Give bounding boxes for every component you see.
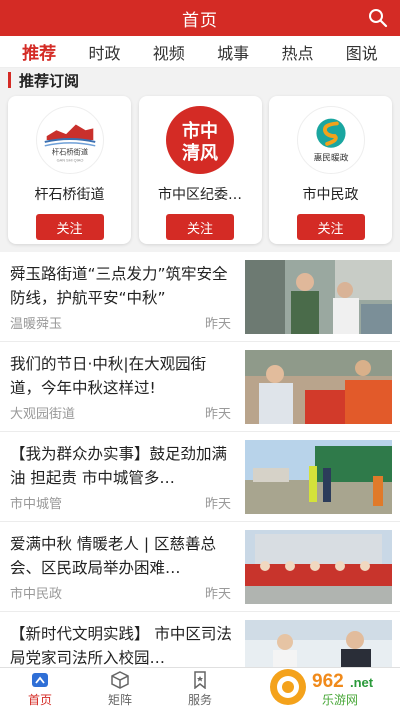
category-tabs: 推荐 时政 视频 城事 热点 图说 xyxy=(0,36,400,71)
news-item[interactable]: 爱满中秋 情暖老人 | 区慈善总会、区民政局举办困难… 市中民政 昨天 xyxy=(0,522,400,612)
news-thumbnail xyxy=(245,350,392,424)
home-icon xyxy=(32,673,48,687)
news-title: 【新时代文明实践】 市中区司法局党家司法所入校园… xyxy=(10,625,232,667)
tab-pictures[interactable]: 图说 xyxy=(342,38,382,66)
news-thumbnail xyxy=(245,530,392,604)
tab-hot[interactable]: 热点 xyxy=(277,38,317,66)
news-title: 爱满中秋 情暖老人 | 区慈善总会、区民政局举办困难… xyxy=(10,535,217,577)
svg-text:乐游网: 乐游网 xyxy=(322,693,358,707)
subscription-card[interactable]: 市中 清风 市中区纪委… 关注 xyxy=(138,96,262,244)
tab-video[interactable]: 视频 xyxy=(149,38,189,66)
svg-text:市中: 市中 xyxy=(182,120,218,141)
bookmark-icon xyxy=(194,671,206,689)
page-title: 首页 xyxy=(182,10,218,31)
svg-text:.net: .net xyxy=(350,675,374,690)
news-time: 昨天 xyxy=(205,587,232,602)
svg-text:962: 962 xyxy=(312,671,344,692)
nav-label: 服务 xyxy=(187,693,212,707)
subscription-name: 市中区纪委… xyxy=(158,187,242,203)
svg-text:杆石桥街道: 杆石桥街道 xyxy=(51,148,87,157)
nav-matrix[interactable]: 矩阵 xyxy=(80,668,160,711)
subscription-card[interactable]: 惠民暖政 市中民政 关注 xyxy=(269,96,392,244)
top-bar: 首页 xyxy=(0,0,400,36)
follow-button[interactable]: 关注 xyxy=(166,214,234,240)
news-time: 昨天 xyxy=(205,497,232,512)
subscription-name: 杆石桥街道 xyxy=(34,187,105,203)
news-title: 【我为群众办实事】鼓足劲加满油 担起责 市中城管多… xyxy=(10,445,228,487)
gangshiqiao-logo: 杆石桥街道 GAN SHI QIAO xyxy=(35,106,104,174)
section-accent-bar xyxy=(8,72,11,88)
news-thumbnail xyxy=(245,440,392,514)
tab-city[interactable]: 城事 xyxy=(213,38,253,66)
news-item[interactable]: 【我为群众办实事】鼓足劲加满油 担起责 市中城管多… 市中城管 昨天 xyxy=(0,432,400,522)
nav-label: 首页 xyxy=(27,693,52,707)
svg-text:清风: 清风 xyxy=(182,143,218,163)
news-source: 市中城管 xyxy=(10,497,63,512)
section-header: 推荐订阅 xyxy=(0,68,400,92)
cube-icon xyxy=(111,671,129,689)
news-source: 温暖舜玉 xyxy=(10,317,63,332)
news-source: 大观园街道 xyxy=(10,407,76,422)
news-time: 昨天 xyxy=(205,317,232,332)
news-list: 舜玉路街道“三点发力”筑牢安全防线，护航平安“中秋” 温暖舜玉 昨天 我们的节日… xyxy=(0,252,400,702)
news-time: 昨天 xyxy=(205,407,232,422)
follow-button[interactable]: 关注 xyxy=(296,214,365,240)
subscription-cards: 杆石桥街道 GAN SHI QIAO 杆石桥街道 关注 市中 清风 市中区纪委…… xyxy=(0,96,400,246)
tab-politics[interactable]: 时政 xyxy=(84,38,124,66)
follow-button[interactable]: 关注 xyxy=(35,214,104,240)
nav-service[interactable]: 服务 xyxy=(160,668,240,711)
tab-recommend[interactable]: 推荐 xyxy=(10,37,69,71)
nav-label: 矩阵 xyxy=(107,693,132,707)
news-item[interactable]: 我们的节日·中秋|在大观园街道，今年中秋这样过! 大观园街道 昨天 xyxy=(0,342,400,432)
subscription-name: 市中民政 xyxy=(302,187,359,203)
app-screen: 首页 推荐 时政 视频 城事 热点 图说 推荐订阅 杆石桥街道 GAN SHI xyxy=(0,0,400,711)
news-title: 舜玉路街道“三点发力”筑牢安全防线，护航平安“中秋” xyxy=(10,265,228,307)
search-icon[interactable] xyxy=(368,8,388,28)
news-title: 我们的节日·中秋|在大观园街道，今年中秋这样过! xyxy=(10,355,207,397)
site-watermark-logo: 962 .net 乐游网 xyxy=(270,669,374,707)
news-thumbnail xyxy=(245,260,392,334)
news-source: 市中民政 xyxy=(10,587,63,602)
shizhong-qingfeng-logo: 市中 清风 xyxy=(166,106,234,174)
svg-text:GAN SHI QIAO: GAN SHI QIAO xyxy=(56,157,83,162)
section-title: 推荐订阅 xyxy=(19,71,80,90)
subscription-card[interactable]: 杆石桥街道 GAN SHI QIAO 杆石桥街道 关注 xyxy=(8,96,131,244)
huimin-nuanzheng-logo: 惠民暖政 xyxy=(296,106,365,174)
svg-text:惠民暖政: 惠民暖政 xyxy=(313,151,348,162)
news-item[interactable]: 舜玉路街道“三点发力”筑牢安全防线，护航平安“中秋” 温暖舜玉 昨天 xyxy=(0,252,400,342)
nav-home[interactable]: 首页 xyxy=(0,668,80,711)
